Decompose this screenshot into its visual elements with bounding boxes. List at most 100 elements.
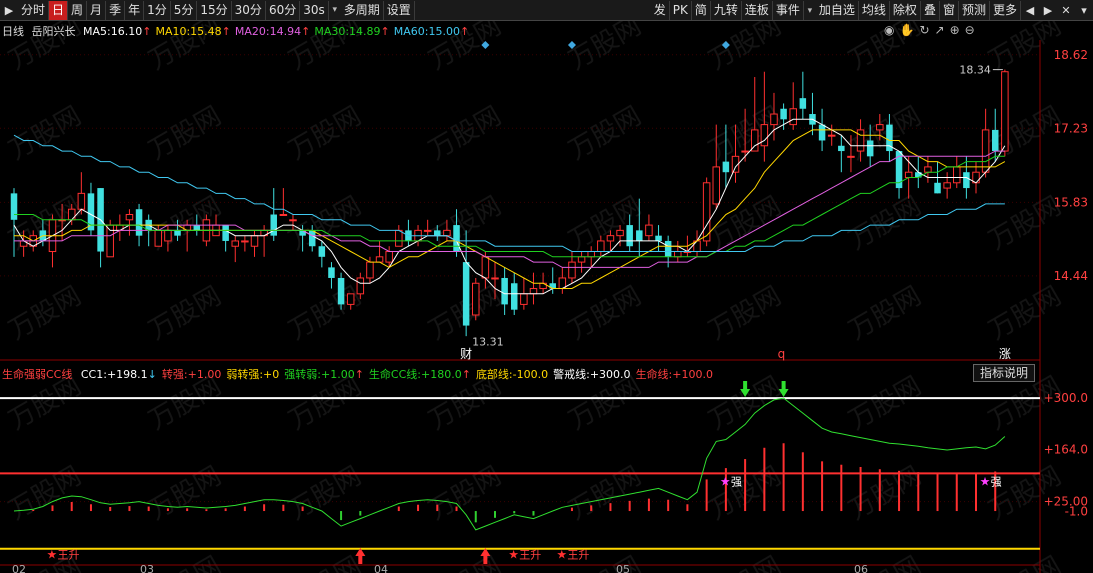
candle-body [760, 124, 769, 147]
period-tab-2[interactable]: 周 [68, 0, 88, 20]
period-tab-1[interactable]: 日 [49, 0, 69, 20]
indicator-legend-item: 警戒线:+300.0 [553, 368, 631, 381]
candle-body [423, 229, 432, 232]
forward-icon[interactable]: ▶ [1039, 1, 1057, 20]
tool-button-11[interactable]: 预测 [959, 1, 990, 20]
period-label: 日线 [2, 25, 24, 38]
back-icon[interactable]: ◀ [1021, 1, 1039, 20]
candle-body [491, 277, 499, 280]
signal-star-icon: ★ [46, 548, 57, 562]
event-marker: 财 [460, 347, 472, 361]
tool-button-0[interactable]: 发 [651, 1, 670, 20]
chevron-down-icon[interactable]: ▾ [804, 6, 816, 16]
candle-body [67, 208, 76, 221]
candle-body [838, 145, 845, 152]
period-tab-5[interactable]: 年 [125, 0, 145, 20]
period-tab-8[interactable]: 15分 [197, 0, 232, 20]
ma-legend-item: MA10:15.48↑ [155, 25, 231, 38]
period-tab-11[interactable]: 30s [300, 0, 329, 20]
candle-body [626, 225, 633, 247]
candle-body [674, 251, 682, 258]
candle-body [356, 277, 365, 295]
candle-body [250, 235, 259, 247]
candle-body [1001, 71, 1009, 152]
tool-button-6[interactable]: 加自选 [816, 1, 859, 20]
candle-body [664, 240, 672, 257]
candle-body [847, 155, 855, 158]
period-tab-9[interactable]: 30分 [232, 0, 266, 20]
candle-body [77, 192, 86, 210]
watermark-layer [0, 21, 1093, 573]
candle-body [991, 129, 999, 152]
tool-button-12[interactable]: 更多 [990, 1, 1021, 20]
ma-legend-item: MA20:14.94↑ [234, 25, 311, 38]
tool-button-1[interactable]: PK [670, 1, 692, 20]
candle-body [818, 124, 826, 141]
stock-name: 岳阳兴长 [31, 25, 76, 38]
eye-icon[interactable]: ◉ [884, 23, 894, 37]
indicator-legend-item: 生命线:+100.0 [635, 368, 713, 381]
candle-body [328, 267, 335, 278]
reset-icon[interactable]: ↻ [919, 23, 929, 37]
tool-button-10[interactable]: 窗 [940, 1, 959, 20]
candle-body [866, 140, 874, 157]
candle-body [222, 225, 229, 241]
candle-body [770, 113, 778, 126]
indicator-tick-label: +300.0 [1044, 391, 1088, 405]
price-tick-label: 17.23 [1054, 121, 1088, 135]
tool-button-5[interactable]: 事件 [773, 1, 804, 20]
ma-legend-item: MA60:15.00↑ [393, 25, 470, 38]
candle-body [645, 224, 653, 237]
candle-body [636, 230, 643, 241]
low-price-label: 13.31 [472, 336, 504, 349]
tool-button-9[interactable]: 叠 [921, 1, 940, 20]
ma-legend: 日线 岳阳兴长 MA5:16.10↑ MA10:15.48↑ MA20:14.94↑… [2, 23, 477, 39]
tool-button-4[interactable]: 连板 [742, 1, 773, 20]
chevron-down-icon[interactable]: ▾ [329, 5, 341, 15]
candle-body [934, 182, 941, 194]
back-icon[interactable]: ▶ [0, 1, 18, 20]
indicator-legend-item: CC1:+198.1↓ [80, 368, 157, 381]
close-icon[interactable]: ✕ [1057, 1, 1075, 20]
candle-body [154, 229, 163, 247]
tool-button-3[interactable]: 九转 [711, 1, 742, 20]
price-tick-label: 18.62 [1054, 48, 1088, 62]
indicator-legend-item: 强转弱:+1.00↑ [284, 368, 364, 381]
candle-body [366, 261, 374, 279]
candle-body [472, 282, 480, 316]
candle-body [943, 182, 951, 189]
chevron-down-icon[interactable]: ▾ [1075, 1, 1093, 20]
period-tab-0[interactable]: 分时 [18, 0, 50, 20]
period-tab-6[interactable]: 1分 [144, 0, 171, 20]
candle-body [453, 225, 460, 252]
period-tab-10[interactable]: 60分 [266, 0, 301, 20]
candle-body [827, 134, 836, 137]
candle-body [337, 277, 345, 305]
kline-chart[interactable]: 万股网 18.6217.2315.8314.44 +300.0+164.0+25… [0, 21, 1093, 573]
candle-body [385, 251, 393, 263]
indicator-help-button[interactable]: 指标说明 [973, 364, 1035, 382]
signal-label: 王升 [57, 549, 79, 562]
period-tab-13[interactable]: 设置 [384, 0, 415, 20]
candle-body [434, 230, 441, 236]
tool-button-8[interactable]: 除权 [890, 1, 921, 20]
period-tab-3[interactable]: 月 [87, 0, 107, 20]
candle-body [174, 230, 181, 236]
period-tab-4[interactable]: 季 [106, 0, 126, 20]
indicator-legend: 生命强弱CC线 CC1:+198.1↓ 转强:+1.00 弱转强:+0 强转弱:+1.… [2, 366, 723, 382]
candle-body [722, 161, 730, 173]
tool-button-2[interactable]: 简 [692, 1, 711, 20]
indicator-legend-item: 生命CC线:+180.0↑ [368, 368, 471, 381]
zoom-out-icon[interactable]: ⊖ [965, 23, 975, 37]
signal-star-icon: ★ [508, 548, 519, 562]
indicator-tick-label: -1.0 [1065, 504, 1088, 518]
zoom-in-icon[interactable]: ⊕ [950, 23, 960, 37]
tool-button-7[interactable]: 均线 [859, 1, 890, 20]
indicator-tick-label: +164.0 [1044, 442, 1088, 456]
expand-icon[interactable]: ↗ [935, 23, 945, 37]
hand-icon[interactable]: ✋ [899, 23, 914, 37]
period-tab-7[interactable]: 5分 [171, 0, 198, 20]
candle-body [655, 235, 662, 241]
period-tab-12[interactable]: 多周期 [341, 0, 384, 20]
candle-body [241, 240, 249, 243]
